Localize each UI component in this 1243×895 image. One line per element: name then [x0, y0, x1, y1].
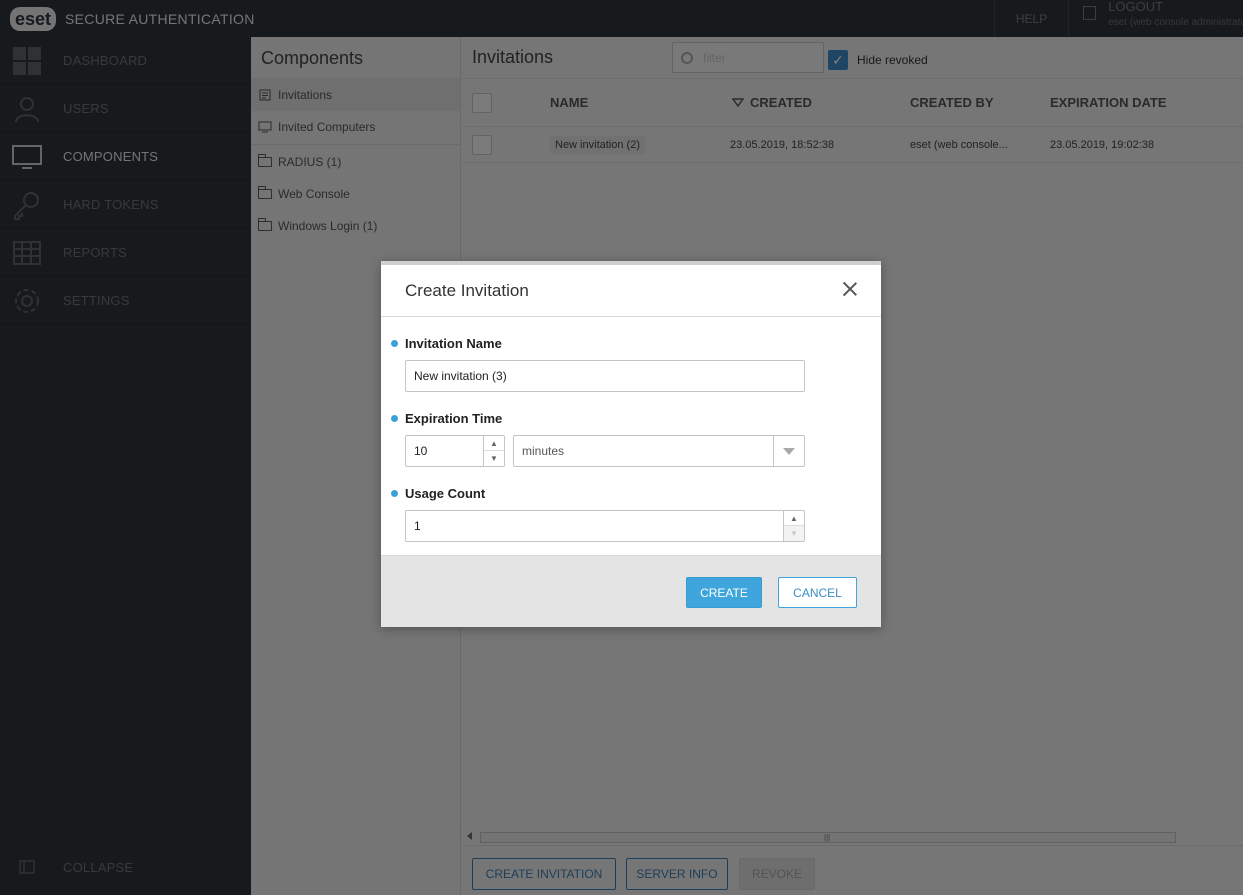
required-bullet-icon	[391, 490, 398, 497]
expiration-unit-select[interactable]: minutes	[513, 435, 805, 467]
increment-icon[interactable]: ▲	[784, 511, 804, 526]
invitation-name-value: New invitation (3)	[414, 369, 507, 383]
expiration-time-input[interactable]: 10 ▲ ▼	[405, 435, 505, 467]
expiration-unit-value: minutes	[522, 444, 565, 458]
cancel-button[interactable]: CANCEL	[778, 577, 857, 608]
decrement-icon[interactable]: ▼	[784, 526, 804, 541]
create-button[interactable]: CREATE	[686, 577, 762, 608]
expiration-time-label: Expiration Time	[391, 411, 502, 426]
usage-count-label: Usage Count	[391, 486, 485, 501]
expiration-time-label-text: Expiration Time	[405, 411, 503, 426]
create-invitation-dialog: Create Invitation Invitation Name New in…	[381, 261, 881, 627]
dialog-footer: CREATE CANCEL	[381, 555, 881, 627]
invitation-name-label-text: Invitation Name	[405, 336, 502, 351]
required-bullet-icon	[391, 415, 398, 422]
usage-count-stepper[interactable]: ▲ ▼	[783, 511, 804, 541]
invitation-name-input[interactable]: New invitation (3)	[405, 360, 805, 392]
expiration-time-value: 10	[414, 444, 428, 458]
usage-count-label-text: Usage Count	[405, 486, 486, 501]
usage-count-input[interactable]: 1 ▲ ▼	[405, 510, 805, 542]
close-icon[interactable]	[841, 280, 859, 298]
increment-icon[interactable]: ▲	[484, 436, 504, 451]
expiration-stepper[interactable]: ▲ ▼	[483, 436, 504, 466]
chevron-down-icon[interactable]	[773, 436, 804, 466]
invitation-name-label: Invitation Name	[391, 336, 502, 351]
usage-count-value: 1	[414, 519, 421, 533]
dialog-title: Create Invitation	[405, 280, 529, 300]
dialog-header: Create Invitation	[381, 265, 881, 317]
required-bullet-icon	[391, 340, 398, 347]
decrement-icon[interactable]: ▼	[484, 451, 504, 466]
